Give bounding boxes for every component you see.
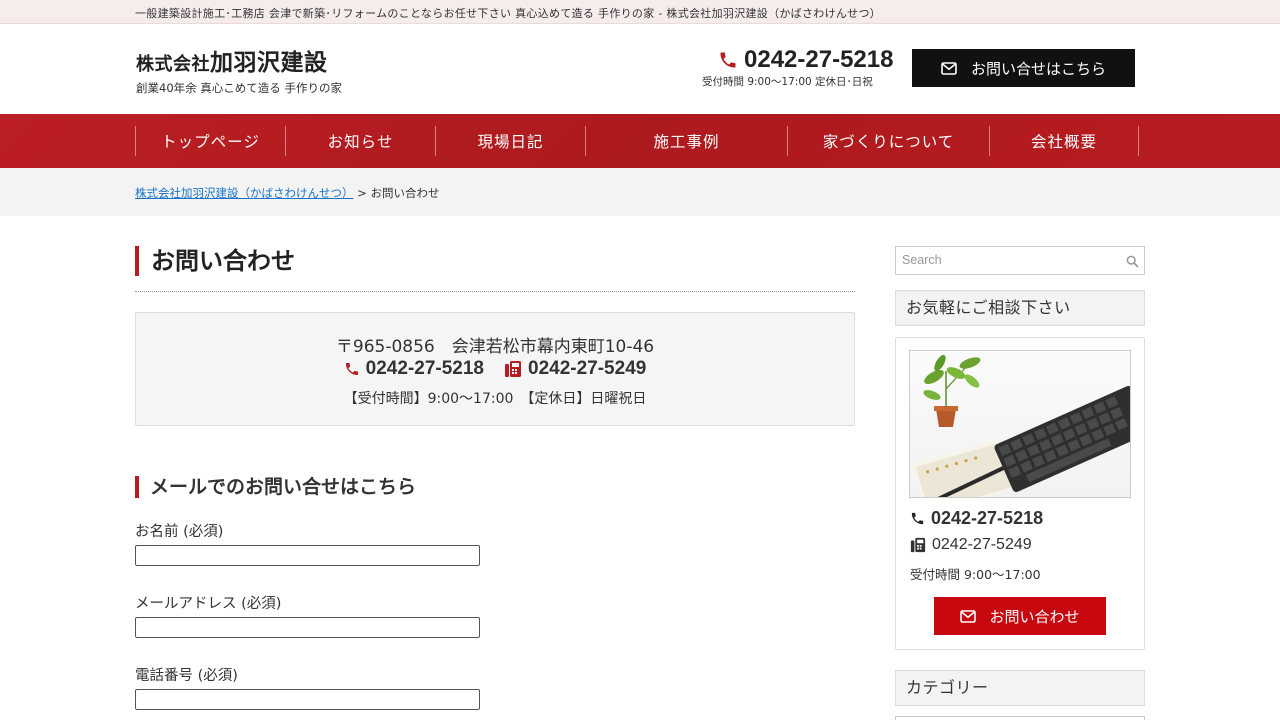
site-tagline: 創業40年余 真心こめて造る 手作りの家	[136, 81, 342, 95]
breadcrumb: 株式会社加羽沢建設（かばさわけんせつ） > お問い合わせ	[135, 185, 439, 201]
nav-item-works[interactable]: 施工事例	[585, 126, 787, 156]
search-icon[interactable]	[1126, 255, 1139, 268]
nav-item-top[interactable]: トップページ	[135, 126, 285, 156]
sidebar-fax: 0242-27-5249	[910, 536, 1032, 554]
breadcrumb-current: お問い合わせ	[370, 186, 440, 200]
breadcrumb-separator: >	[357, 186, 367, 200]
phone-icon	[345, 363, 358, 375]
header-phone: 0242-27-5218	[718, 46, 893, 74]
header-hours: 受付時間 9:00～17:00 定休日･日祝	[702, 76, 873, 88]
sidebar-contact-button[interactable]: お問い合わせ	[934, 597, 1106, 635]
phone-icon	[720, 52, 736, 68]
sidebar-hours: 受付時間 9:00～17:00	[910, 567, 1041, 582]
email-label: メールアドレス (必須)	[135, 596, 282, 612]
sidebar-search	[895, 246, 1145, 275]
info-phones: 0242-27-5218 0242-27-5249	[136, 358, 854, 380]
company-name: 加羽沢建設	[210, 50, 328, 76]
sidebar-contact-label: お問い合わせ	[989, 607, 1080, 626]
header-phone-number: 0242-27-5218	[744, 46, 894, 73]
name-label: お名前 (必須)	[135, 524, 224, 540]
sidebar-phone-number: 0242-27-5218	[931, 508, 1044, 528]
company-address: 〒965-0856 会津若松市幕内東町10-46	[335, 337, 655, 357]
title-divider	[135, 291, 855, 292]
breadcrumb-bar: 株式会社加羽沢建設（かばさわけんせつ） > お問い合わせ	[0, 168, 1280, 216]
envelope-icon	[960, 609, 977, 623]
envelope-icon	[941, 61, 957, 75]
breadcrumb-home-link[interactable]: 株式会社加羽沢建設（かばさわけんせつ）	[135, 186, 354, 200]
company-prefix: 株式会社	[136, 54, 210, 75]
email-field[interactable]	[135, 617, 480, 638]
site-logo[interactable]: 株式会社加羽沢建設	[136, 43, 328, 77]
fax-icon	[505, 361, 521, 377]
category-heading: カテゴリー	[895, 670, 1145, 706]
info-phone-number: 0242-27-5218	[365, 358, 484, 379]
name-field[interactable]	[135, 545, 480, 566]
sidebar-contact-box: 0242-27-5218 0242-27-5249 受付時間 9:00～17:0…	[895, 337, 1145, 650]
header-contact-button[interactable]: お問い合せはこちら	[912, 49, 1135, 87]
business-hours: 【受付時間】9:00～17:00 【定休日】日曜祝日	[343, 391, 647, 407]
mail-form-heading: メールでのお問い合せはこちら	[135, 476, 416, 498]
consult-heading: お気軽にご相談下さい	[895, 290, 1145, 326]
phone-label: 電話番号 (必須)	[135, 668, 238, 684]
contact-info-box: 〒965-0856 会津若松市幕内東町10-46 0242-27-5218 02…	[135, 312, 855, 426]
site-description: 一般建築設計施工･工務店 会津で新築･リフォームのことならお任せ下さい 真心込め…	[135, 7, 882, 20]
nav-item-company[interactable]: 会社概要	[989, 126, 1138, 156]
nav-divider	[1138, 126, 1139, 156]
category-list	[895, 716, 1145, 720]
sidebar-fax-number: 0242-27-5249	[932, 536, 1032, 553]
fax-icon	[910, 537, 926, 553]
phone-icon	[911, 512, 924, 525]
main-nav: トップページ お知らせ 現場日記 施工事例 家づくりについて 会社概要	[0, 114, 1280, 168]
phone-field[interactable]	[135, 689, 480, 710]
sidebar-phone: 0242-27-5218	[910, 508, 1043, 529]
info-fax-number: 0242-27-5249	[528, 358, 647, 379]
info-phone: 0242-27-5218	[344, 358, 484, 380]
nav-item-site-diary[interactable]: 現場日記	[435, 126, 585, 156]
header-contact-label: お問い合せはこちら	[970, 59, 1106, 78]
search-input[interactable]	[902, 253, 1122, 267]
nav-item-news[interactable]: お知らせ	[285, 126, 435, 156]
nav-item-housebuilding[interactable]: 家づくりについて	[787, 126, 989, 156]
page-title: お問い合わせ	[135, 246, 295, 276]
info-fax: 0242-27-5249	[504, 358, 646, 380]
office-desk-image	[909, 350, 1131, 498]
top-bar: 一般建築設計施工･工務店 会津で新築･リフォームのことならお任せ下さい 真心込め…	[0, 0, 1280, 24]
